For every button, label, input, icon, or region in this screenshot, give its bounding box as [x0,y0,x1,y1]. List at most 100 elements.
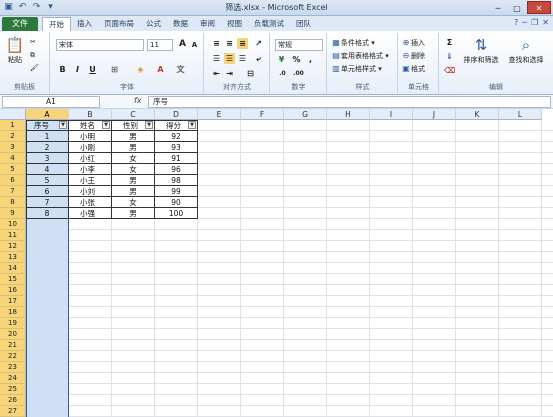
increase-decimal-icon[interactable]: .0 [277,68,288,79]
increase-indent-icon[interactable]: ⇥ [224,68,235,79]
insert-cells-button[interactable]: ⊕ 插入 [401,37,425,48]
italic-button[interactable]: I [72,64,83,75]
column-header-f[interactable]: F [241,109,284,120]
header-cell[interactable]: 序号 ▼ [26,120,69,131]
tab-file[interactable]: 文件 [2,17,38,31]
align-left-icon[interactable]: ☰ [211,53,222,64]
row-header[interactable]: 27 [0,406,26,417]
column-header-l[interactable]: L [499,109,542,120]
align-bottom-icon[interactable]: ≡ [237,38,248,49]
restore-icon[interactable]: ❐ [531,18,538,27]
row-header[interactable]: 12 [0,241,26,252]
font-size-select[interactable]: 11 [147,39,173,51]
align-center-icon[interactable]: ☰ [224,53,235,64]
filter-dropdown-icon[interactable]: ▼ [102,121,110,129]
close-button[interactable]: ✕ [527,1,551,14]
shrink-font-button[interactable]: A [189,40,200,51]
row-header[interactable]: 5 [0,164,26,175]
table-cell[interactable]: 小王 [69,175,112,186]
row-header[interactable]: 19 [0,318,26,329]
bold-button[interactable]: B [57,64,68,75]
merge-center-icon[interactable]: ⊟ [245,68,256,79]
row-header[interactable]: 14 [0,263,26,274]
table-cell[interactable]: 96 [155,164,198,175]
table-cell[interactable]: 女 [112,164,155,175]
column-header-h[interactable]: H [327,109,370,120]
format-as-table-button[interactable]: ▤套用表格格式 ▾ [331,50,389,61]
table-cell[interactable]: 男 [112,142,155,153]
column-header-c[interactable]: C [112,109,155,120]
column-header-a[interactable]: A [26,109,69,120]
row-header[interactable]: 4 [0,153,26,164]
currency-icon[interactable]: ¥ [276,54,287,65]
table-cell[interactable]: 8 [26,208,69,219]
row-header[interactable]: 1 [0,120,26,131]
autosum-button[interactable]: Σ [444,37,455,48]
header-cell[interactable]: 性别 ▼ [112,120,155,131]
column-header-i[interactable]: I [370,109,413,120]
column-header-g[interactable]: G [284,109,327,120]
table-cell[interactable]: 99 [155,186,198,197]
tab-0[interactable]: 开始 [42,17,71,31]
row-header[interactable]: 8 [0,197,26,208]
name-box[interactable]: A1 [2,96,100,108]
underline-button[interactable]: U [87,64,98,75]
paste-button[interactable]: 📋 粘贴 [4,35,26,65]
number-format-select[interactable]: 常规 [275,39,323,51]
table-cell[interactable]: 小李 [69,164,112,175]
row-header[interactable]: 23 [0,362,26,373]
font-color-button[interactable]: A [155,64,166,75]
help-icon[interactable]: ? [514,18,518,27]
table-cell[interactable]: 1 [26,131,69,142]
table-cell[interactable]: 男 [112,208,155,219]
column-header-k[interactable]: K [456,109,499,120]
table-cell[interactable]: 男 [112,131,155,142]
table-cell[interactable]: 3 [26,153,69,164]
table-cell[interactable]: 4 [26,164,69,175]
table-cell[interactable]: 92 [155,131,198,142]
table-cell[interactable]: 小刚 [69,142,112,153]
row-header[interactable]: 25 [0,384,26,395]
row-header[interactable]: 24 [0,373,26,384]
row-header[interactable]: 22 [0,351,26,362]
row-header[interactable]: 11 [0,230,26,241]
table-cell[interactable]: 小张 [69,197,112,208]
filter-dropdown-icon[interactable]: ▼ [188,121,196,129]
phonetic-icon[interactable]: 文 [175,64,186,75]
table-cell[interactable]: 小刘 [69,186,112,197]
minimize-button[interactable]: ─ [489,1,507,14]
table-cell[interactable]: 93 [155,142,198,153]
row-header[interactable]: 21 [0,340,26,351]
row-header[interactable]: 16 [0,285,26,296]
insert-function-button[interactable]: fx [134,96,142,105]
filter-dropdown-icon[interactable]: ▼ [145,121,153,129]
table-cell[interactable]: 98 [155,175,198,186]
format-cells-button[interactable]: ▣格式 [401,63,425,74]
row-header[interactable]: 10 [0,219,26,230]
align-top-icon[interactable]: ≡ [211,38,222,49]
row-header[interactable]: 9 [0,208,26,219]
conditional-format-button[interactable]: ▦条件格式 ▾ [331,37,375,48]
font-name-select[interactable]: 宋体 [56,39,144,51]
tab-4[interactable]: 数据 [167,17,194,31]
grow-font-button[interactable]: A [177,39,188,50]
row-header[interactable]: 13 [0,252,26,263]
row-header[interactable]: 6 [0,175,26,186]
find-select-button[interactable]: ⌕ 查找和选择 [504,35,548,65]
row-header[interactable]: 18 [0,307,26,318]
row-header[interactable]: 26 [0,395,26,406]
table-cell[interactable]: 6 [26,186,69,197]
select-all-corner[interactable] [0,109,26,120]
tab-5[interactable]: 审阅 [194,17,221,31]
orientation-icon[interactable]: ↗ [253,38,264,49]
table-cell[interactable]: 女 [112,153,155,164]
table-cell[interactable]: 女 [112,197,155,208]
border-icon[interactable]: ⊞ [109,64,120,75]
column-header-d[interactable]: D [155,109,198,120]
wrap-text-icon[interactable]: ⤶ [253,53,264,64]
row-header[interactable]: 17 [0,296,26,307]
cut-icon[interactable]: ✂ [30,37,36,48]
align-middle-icon[interactable]: ≡ [224,38,235,49]
column-header-j[interactable]: J [413,109,456,120]
row-header[interactable]: 20 [0,329,26,340]
